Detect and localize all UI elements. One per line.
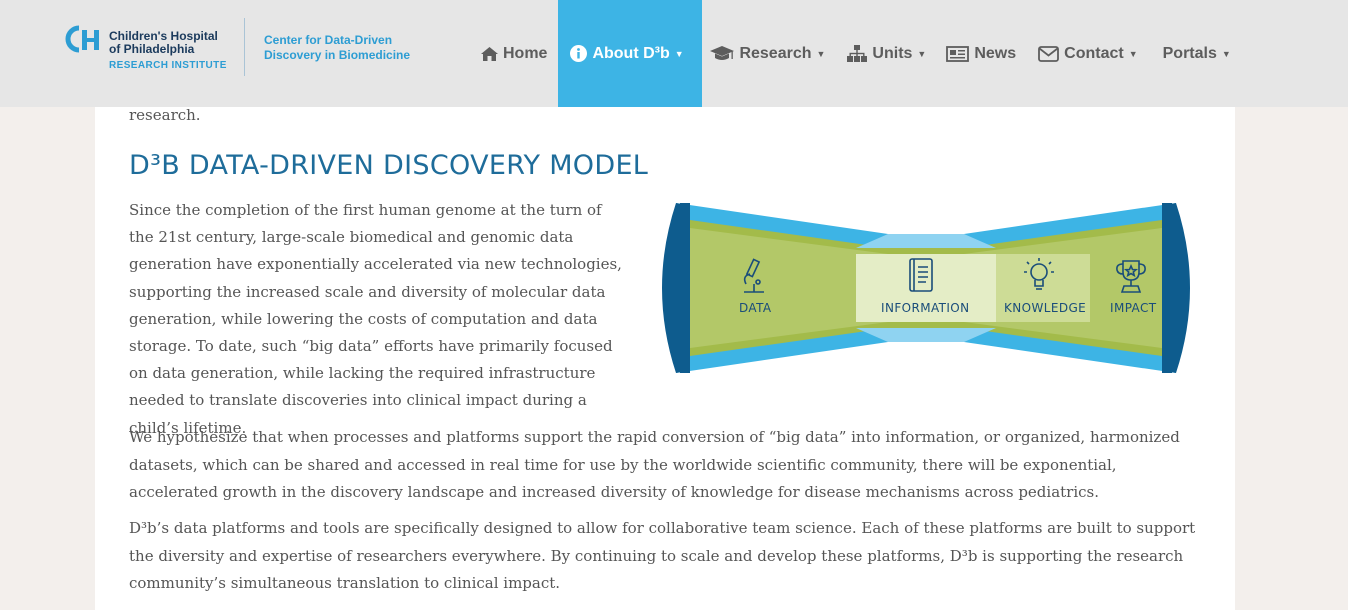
trophy-icon [1114, 258, 1148, 300]
nav-portals-label: Portals [1162, 44, 1217, 62]
chevron-down-icon: ▼ [1128, 48, 1138, 59]
graduation-cap-icon [710, 45, 735, 62]
chop-logo-mark-icon [65, 25, 99, 53]
nav-news-label: News [974, 44, 1017, 62]
model-stage-impact: IMPACT [1110, 301, 1157, 315]
intro-paragraph: Since the completion of the first human … [129, 197, 629, 442]
platforms-paragraph: D³b’s data platforms and tools are speci… [129, 515, 1209, 598]
chevron-down-icon: ▼ [917, 48, 927, 59]
book-icon [906, 256, 936, 298]
center-name-line1: Center for Data-Driven [264, 33, 393, 47]
model-stage-data: DATA [739, 301, 772, 315]
nav-units[interactable]: Units ▼ [836, 0, 937, 107]
main-nav: Home About D³b ▼ Research ▼ Units ▼ News… [470, 0, 1242, 107]
hypothesis-paragraph: We hypothesize that when processes and p… [129, 424, 1209, 507]
home-icon [481, 46, 498, 61]
newspaper-icon [946, 45, 970, 62]
chevron-down-icon: ▼ [1221, 48, 1231, 59]
microscope-icon [738, 258, 768, 298]
logo-text-research-institute: RESEARCH INSTITUTE [109, 60, 227, 71]
chevron-down-icon: ▼ [816, 48, 826, 59]
nav-research[interactable]: Research ▼ [702, 0, 836, 107]
center-name[interactable]: Center for Data-Driven Discovery in Biom… [264, 33, 410, 63]
paragraph-3: D³b’s data platforms and tools are speci… [129, 519, 1196, 592]
nav-home-label: Home [503, 44, 548, 62]
nav-about[interactable]: About D³b ▼ [558, 0, 703, 107]
logo-divider [244, 18, 245, 76]
nav-contact[interactable]: Contact ▼ [1027, 0, 1148, 107]
nav-contact-label: Contact [1064, 44, 1124, 62]
chevron-down-icon: ▼ [674, 48, 684, 59]
envelope-icon [1038, 45, 1060, 62]
site-header: Children's Hospital of Philadelphia RESE… [0, 0, 1348, 107]
center-name-line2: Discovery in Biomedicine [264, 48, 411, 62]
chop-logo[interactable]: Children's Hospital of Philadelphia RESE… [64, 22, 244, 78]
logo-text-line2: of Philadelphia [109, 42, 195, 56]
info-circle-icon [570, 45, 588, 62]
nav-news[interactable]: News [937, 0, 1027, 107]
paragraph-1: Since the completion of the first human … [129, 201, 622, 437]
lightbulb-icon [1022, 256, 1056, 300]
model-stage-knowledge: KNOWLEDGE [1004, 301, 1087, 315]
model-stage-information: INFORMATION [881, 301, 970, 315]
nav-units-label: Units [872, 44, 913, 62]
section-title: D³B DATA-DRIVEN DISCOVERY MODEL [129, 150, 649, 181]
paragraph-2: We hypothesize that when processes and p… [129, 428, 1180, 501]
nav-home[interactable]: Home [470, 0, 558, 107]
nav-about-label: About D³b [592, 44, 670, 62]
previous-paragraph-tail: research. [129, 106, 201, 124]
discovery-model-diagram: DATA INFORMATION KNOWLEDGE IMPACT [656, 198, 1196, 378]
sitemap-icon [847, 45, 868, 62]
nav-research-label: Research [739, 44, 812, 62]
nav-portals[interactable]: Portals ▼ [1149, 0, 1242, 107]
